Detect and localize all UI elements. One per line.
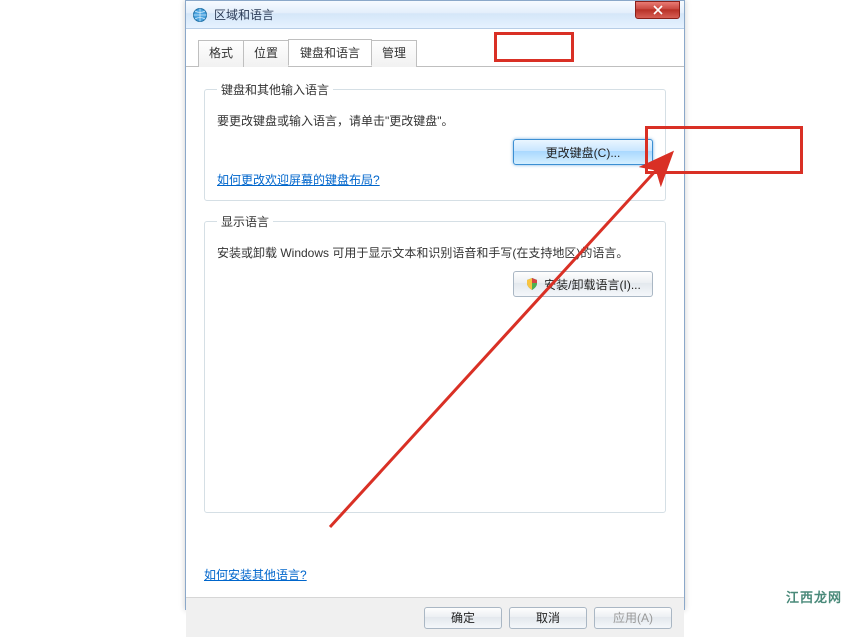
tab-keyboard-language[interactable]: 键盘和语言 (288, 39, 372, 66)
install-language-button[interactable]: 安装/卸载语言(I)... (513, 271, 653, 297)
display-legend: 显示语言 (217, 213, 273, 230)
keyboard-group: 键盘和其他输入语言 要更改键盘或输入语言，请单击"更改键盘"。 更改键盘(C).… (204, 81, 666, 201)
display-desc: 安装或卸载 Windows 可用于显示文本和识别语音和手写(在支持地区)的语言。 (217, 244, 653, 261)
display-language-group: 显示语言 安装或卸载 Windows 可用于显示文本和识别语音和手写(在支持地区… (204, 213, 666, 513)
shield-icon (525, 277, 539, 291)
cancel-button[interactable]: 取消 (509, 607, 587, 629)
close-icon (653, 5, 663, 15)
keyboard-legend: 键盘和其他输入语言 (217, 81, 333, 98)
window-title: 区域和语言 (214, 6, 680, 23)
dialog-footer: 确定 取消 应用(A) (186, 597, 684, 637)
region-language-dialog: 区域和语言 格式 位置 键盘和语言 管理 键盘和其他输入语言 要更改键盘或输入语… (185, 0, 685, 610)
titlebar[interactable]: 区域和语言 (186, 1, 684, 29)
tab-format[interactable]: 格式 (198, 40, 244, 67)
tab-admin[interactable]: 管理 (371, 40, 417, 67)
install-language-label: 安装/卸载语言(I)... (544, 276, 641, 293)
welcome-layout-link[interactable]: 如何更改欢迎屏幕的键盘布局? (217, 171, 380, 188)
close-button[interactable] (635, 1, 680, 19)
keyboard-desc: 要更改键盘或输入语言，请单击"更改键盘"。 (217, 112, 653, 129)
globe-icon (192, 7, 208, 23)
change-keyboard-button[interactable]: 更改键盘(C)... (513, 139, 653, 165)
tab-content: 键盘和其他输入语言 要更改键盘或输入语言，请单击"更改键盘"。 更改键盘(C).… (186, 67, 684, 597)
ok-button[interactable]: 确定 (424, 607, 502, 629)
apply-button[interactable]: 应用(A) (594, 607, 672, 629)
tabstrip: 格式 位置 键盘和语言 管理 (186, 29, 684, 67)
tab-location[interactable]: 位置 (243, 40, 289, 67)
watermark: 江西龙网 (786, 587, 842, 606)
how-install-link[interactable]: 如何安装其他语言? (204, 566, 307, 583)
